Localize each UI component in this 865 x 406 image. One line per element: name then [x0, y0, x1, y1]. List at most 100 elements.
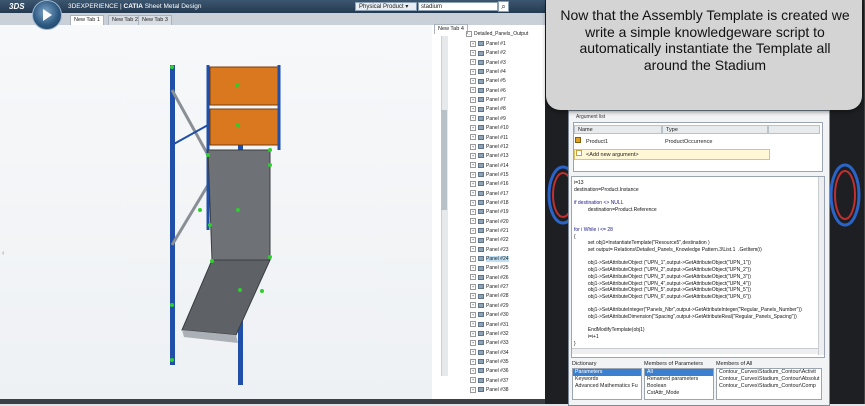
members-of-parameters-list[interactable]: All Renamed parameters Boolean CstAttr_Mode	[644, 368, 714, 400]
script-line[interactable]: i=i+1	[574, 334, 599, 341]
members-of-all-list[interactable]: Contour_Curves\Stadium_Contour\Activit Co…	[716, 368, 822, 400]
script-line[interactable]: destination=Product.Instance	[574, 187, 639, 194]
search-icon[interactable]: ⌕	[498, 1, 509, 12]
expand-icon[interactable]: +	[470, 171, 476, 178]
expand-icon[interactable]: +	[470, 50, 476, 57]
expand-icon[interactable]: +	[470, 283, 476, 290]
list-item[interactable]: Contour_Curves\Stadium_Contour\Activit	[717, 369, 821, 376]
argument-name[interactable]: Product1	[586, 137, 608, 147]
expand-icon[interactable]: +	[470, 68, 476, 75]
expand-icon[interactable]: +	[470, 180, 476, 187]
stadium-panel-model[interactable]	[0, 25, 432, 400]
expand-icon[interactable]: +	[470, 386, 476, 393]
tree-item-panel[interactable]: + Panel #28	[470, 292, 509, 301]
tree-item-panel[interactable]: + Panel #36	[470, 367, 509, 376]
editor-vertical-scrollbar[interactable]	[818, 177, 824, 355]
tree-item-panel[interactable]: + Panel #23	[470, 246, 509, 255]
script-line[interactable]: for i While i <= 28	[574, 227, 613, 234]
expand-icon[interactable]: +	[470, 218, 476, 225]
expand-icon[interactable]: +	[470, 255, 476, 262]
list-item[interactable]: Renamed parameters	[645, 376, 713, 383]
expand-icon[interactable]: +	[470, 40, 476, 47]
expand-icon[interactable]: +	[470, 96, 476, 103]
tree-item-panel[interactable]: + Panel #16	[470, 180, 509, 189]
list-item[interactable]: Contour_Curves\Stadium_Contour\Comp	[717, 383, 821, 390]
add-argument-label[interactable]: <Add new argument>	[586, 150, 639, 160]
compass-icon[interactable]	[32, 0, 62, 30]
tree-scroll-thumb[interactable]	[441, 110, 447, 210]
tree-item-panel[interactable]: + Panel #37	[470, 377, 509, 386]
tree-item-panel[interactable]: + Panel #3	[470, 59, 506, 68]
tree-item-panel[interactable]: + Panel #25	[470, 264, 509, 273]
tree-item-panel[interactable]: + Panel #19	[470, 208, 509, 217]
expand-icon[interactable]: +	[470, 237, 476, 244]
expand-icon[interactable]: +	[470, 208, 476, 215]
search-input[interactable]: stadium	[418, 2, 498, 11]
expand-icon[interactable]: +	[470, 227, 476, 234]
tree-item-panel[interactable]: + Panel #27	[470, 283, 509, 292]
script-line[interactable]: set output= Relations\Detailed_Panels_Kn…	[574, 247, 762, 254]
list-item[interactable]: Advanced Mathematics Fu	[573, 383, 641, 390]
expand-icon[interactable]: +	[470, 302, 476, 309]
expand-icon[interactable]: +	[470, 293, 476, 300]
expand-icon[interactable]: +	[470, 367, 476, 374]
expand-icon[interactable]: +	[470, 377, 476, 384]
script-line[interactable]: }	[574, 341, 576, 348]
tree-item-panel[interactable]: + Panel #6	[470, 87, 506, 96]
tree-item-panel[interactable]: + Panel #26	[470, 274, 509, 283]
tree-item-panel[interactable]: + Panel #32	[470, 330, 509, 339]
expand-icon[interactable]: +	[470, 190, 476, 197]
expand-icon[interactable]: +	[470, 274, 476, 281]
expand-icon[interactable]: +	[470, 339, 476, 346]
expand-icon[interactable]: +	[470, 87, 476, 94]
tree-item-panel[interactable]: + Panel #2	[470, 49, 506, 58]
tree-item-panel[interactable]: + Panel #13	[470, 152, 509, 161]
expand-icon[interactable]: +	[470, 152, 476, 159]
tree-item-panel[interactable]: + Panel #30	[470, 311, 509, 320]
tree-item-panel[interactable]: + Panel #18	[470, 199, 509, 208]
expand-icon[interactable]: +	[470, 311, 476, 318]
script-line[interactable]: obj1->SetAttributeDimension("Spacing",ou…	[574, 314, 797, 321]
tab-new-tab-1[interactable]: New Tab 1	[70, 15, 104, 25]
expand-icon[interactable]: +	[470, 246, 476, 253]
argument-type[interactable]: ProductOccurrence	[665, 137, 712, 147]
expand-icon[interactable]: -	[466, 30, 472, 37]
expand-icon[interactable]: +	[470, 124, 476, 131]
tree-item-panel[interactable]: + Panel #7	[470, 96, 506, 105]
list-item[interactable]: All	[645, 369, 713, 376]
expand-icon[interactable]: +	[470, 358, 476, 365]
tree-item-panel[interactable]: + Panel #17	[470, 190, 509, 199]
expand-icon[interactable]: +	[470, 349, 476, 356]
expand-icon[interactable]: +	[470, 78, 476, 85]
expand-icon[interactable]: +	[470, 59, 476, 66]
tab-new-tab-4[interactable]: New Tab 4	[434, 24, 468, 34]
expand-icon[interactable]: +	[470, 330, 476, 337]
tree-item-panel[interactable]: + Panel #12	[470, 143, 509, 152]
tree-item-panel[interactable]: + Panel #4	[470, 68, 506, 77]
expand-icon[interactable]: +	[470, 115, 476, 122]
search-scope-dropdown[interactable]: Physical Product ▾	[355, 2, 417, 11]
expand-icon[interactable]: +	[470, 321, 476, 328]
expand-icon[interactable]: +	[470, 199, 476, 206]
tab-new-tab-2[interactable]: New Tab 2	[108, 15, 142, 25]
tree-item-panel[interactable]: + Panel #33	[470, 339, 509, 348]
list-item[interactable]: Contour_Curves\Stadium_Contour\Absolut	[717, 376, 821, 383]
tree-item-panel[interactable]: + Panel #10	[470, 124, 509, 133]
tree-item-panel[interactable]: + Panel #22	[470, 236, 509, 245]
column-header-extra[interactable]	[768, 125, 820, 134]
list-item[interactable]: CstAttr_Mode	[645, 390, 713, 397]
list-item[interactable]: Parameters	[573, 369, 641, 376]
script-line[interactable]: destination=Product.Reference	[574, 207, 657, 214]
tree-item-panel[interactable]: + Panel #14	[470, 162, 509, 171]
expand-icon[interactable]: +	[470, 143, 476, 150]
chevron-left-icon[interactable]: ‹	[2, 250, 4, 257]
tree-item-panel[interactable]: + Panel #1	[470, 40, 506, 49]
expand-icon[interactable]: +	[470, 106, 476, 113]
tree-item-panel[interactable]: + Panel #5	[470, 77, 506, 86]
tree-item-panel[interactable]: + Panel #21	[470, 227, 509, 236]
tree-item-panel[interactable]: + Panel #31	[470, 321, 509, 330]
expand-icon[interactable]: +	[470, 134, 476, 141]
3d-viewport[interactable]	[0, 25, 433, 400]
tree-item-panel[interactable]: + Panel #8	[470, 105, 506, 114]
script-line[interactable]: obj1->SetAttributeObject ("UPN_6",output…	[574, 294, 751, 301]
